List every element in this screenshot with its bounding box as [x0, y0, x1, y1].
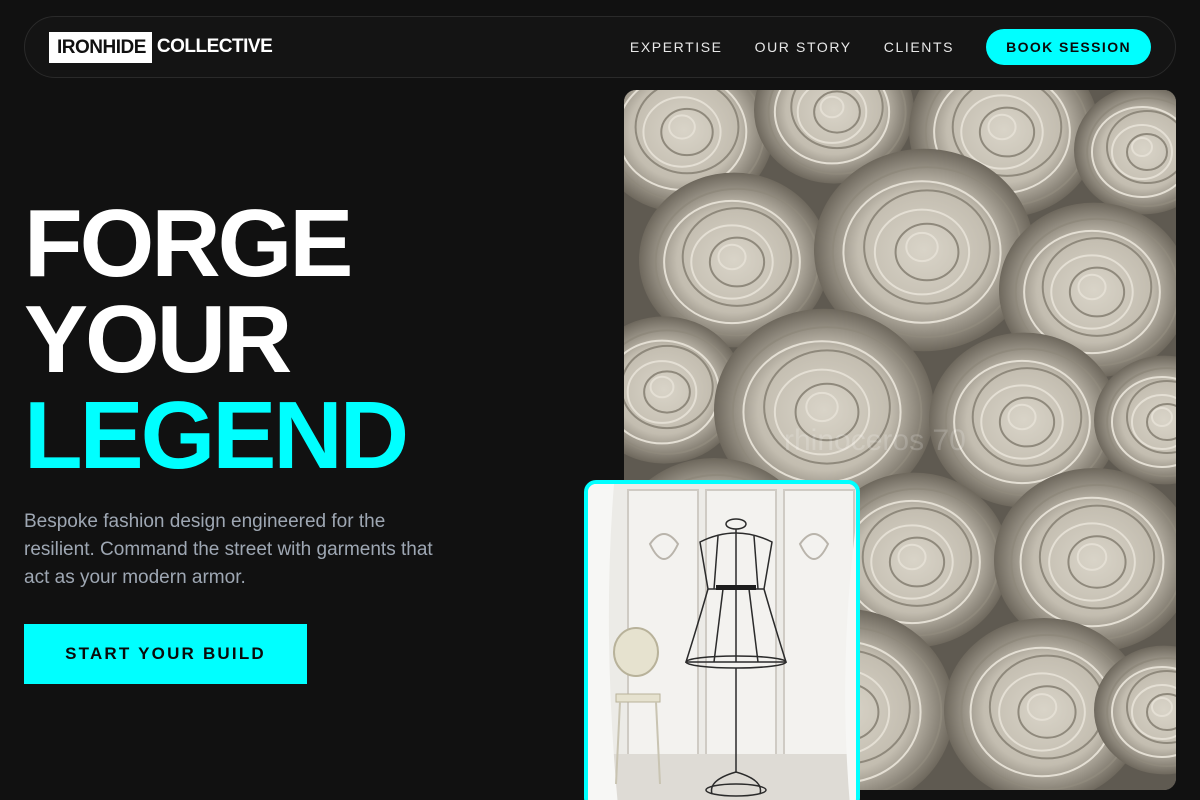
- hero-title: FORGE YOUR LEGEND: [24, 190, 409, 489]
- main-nav: EXPERTISE OUR STORY CLIENTS BOOK SESSION: [630, 29, 1151, 65]
- logo-word: COLLECTIVE: [156, 36, 273, 57]
- brand-logo[interactable]: IRONHIDE COLLECTIVE: [49, 31, 273, 63]
- hero-title-line-1: FORGE: [24, 190, 353, 297]
- nav-link-our-story[interactable]: OUR STORY: [755, 39, 852, 55]
- hero-description: Bespoke fashion design engineered for th…: [24, 511, 433, 588]
- nav-link-clients[interactable]: CLIENTS: [884, 39, 954, 55]
- mannequin-image: [584, 480, 860, 800]
- top-navbar: IRONHIDE COLLECTIVE EXPERTISE OUR STORY …: [24, 16, 1176, 78]
- image-watermark: rhinoceros 70: [784, 424, 966, 457]
- nav-link-expertise[interactable]: EXPERTISE: [630, 39, 723, 55]
- logo-box-text: IRONHIDE: [49, 31, 152, 63]
- start-build-button[interactable]: START YOUR BUILD: [24, 624, 307, 684]
- book-session-button[interactable]: BOOK SESSION: [986, 29, 1151, 65]
- mannequin-illustration: [588, 484, 856, 800]
- hero-title-line-2: YOUR: [24, 286, 292, 393]
- hero-title-line-3: LEGEND: [24, 382, 409, 489]
